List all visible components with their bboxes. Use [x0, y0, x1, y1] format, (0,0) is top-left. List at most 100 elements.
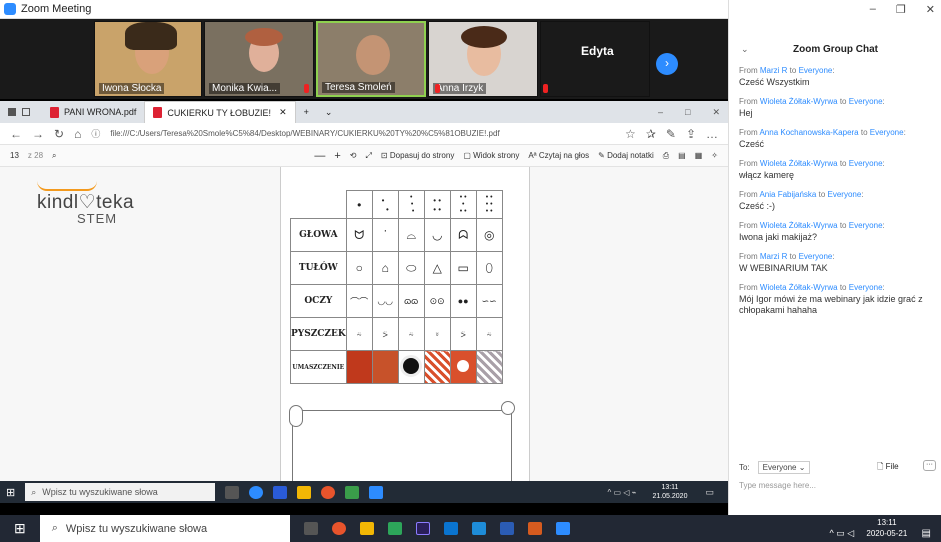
- save-icon[interactable]: ▤: [678, 151, 686, 160]
- chat-message-input[interactable]: Type message here...: [739, 481, 816, 490]
- share-icon[interactable]: ⇪: [686, 127, 696, 141]
- dice-five: • • • • •: [449, 190, 477, 219]
- task-view-icon[interactable]: [225, 485, 240, 499]
- message-text: Cześć Wszystkim: [739, 77, 810, 87]
- start-icon[interactable]: ⊞: [6, 486, 15, 499]
- message-sender: From Wioleta Żółtak-Wyrwa to Everyone:: [739, 97, 885, 106]
- more-icon[interactable]: …: [706, 127, 718, 141]
- outlook-icon[interactable]: [527, 522, 542, 535]
- page-view-button[interactable]: ▢ Widok strony: [463, 151, 519, 160]
- back-icon[interactable]: ←: [10, 127, 22, 141]
- home-icon[interactable]: ⌂: [74, 127, 81, 141]
- shared-screen-taskbar: ⊞ ⌕ Wpisz tu wyszukiwane słowa ^ ▭ ◁ ⌁ 1…: [0, 481, 728, 503]
- app-icon[interactable]: [273, 485, 288, 499]
- taskbar-search[interactable]: ⌕ Wpisz tu wyszukiwane słowa: [25, 483, 216, 501]
- minimize-icon[interactable]: –: [870, 3, 876, 16]
- word-icon[interactable]: [499, 522, 514, 535]
- app-icon[interactable]: [387, 522, 402, 535]
- message-text: Hej: [739, 108, 753, 118]
- file-button[interactable]: 🗋 File: [877, 461, 899, 475]
- restore-icon[interactable]: ❐: [896, 3, 906, 16]
- app-icon[interactable]: [345, 485, 360, 499]
- video-tile-no-video[interactable]: Edyta: [540, 21, 650, 97]
- pin-icon[interactable]: ✧: [711, 151, 718, 160]
- favorites-icon[interactable]: ✰: [646, 127, 656, 141]
- address-bar: ← → ↻ ⌂ ⓘ file:///C:/Users/Teresa%20Smol…: [0, 123, 728, 145]
- participant-name: Teresa Smoleń: [322, 82, 395, 93]
- search-icon[interactable]: ⌕: [52, 151, 56, 161]
- maximize-icon[interactable]: □: [685, 107, 690, 117]
- tab-actions-icon[interactable]: [22, 108, 30, 116]
- task-view-icon[interactable]: [303, 522, 318, 535]
- more-options-icon[interactable]: ···: [923, 460, 936, 471]
- video-tile-active[interactable]: Teresa Smoleń: [316, 21, 426, 97]
- refresh-icon[interactable]: ↻: [54, 127, 64, 141]
- fullscreen-icon[interactable]: ⤢: [366, 151, 372, 161]
- chrome-icon[interactable]: [321, 485, 336, 499]
- participant-name: Anna Irzyk: [433, 83, 487, 94]
- window-controls: – □ ✕: [650, 101, 728, 123]
- notification-icon[interactable]: ▤: [922, 528, 931, 539]
- muted-mic-icon: [435, 84, 440, 93]
- taskbar: ⊞ ⌕ Wpisz tu wyszukiwane słowa ^ ▭ ◁ 13:…: [0, 515, 941, 542]
- participant-name: Monika Kwia...: [209, 83, 281, 94]
- rotate-icon[interactable]: ⟲: [350, 151, 357, 160]
- video-tile[interactable]: Iwona Słocka: [94, 21, 202, 97]
- recipient-dropdown[interactable]: Everyone ⌄: [757, 461, 811, 474]
- message-sender: From Wioleta Żółtak-Wyrwa to Everyone:: [739, 221, 885, 230]
- zoom-out-icon[interactable]: —: [314, 150, 325, 162]
- message-sender: From Wioleta Żółtak-Wyrwa to Everyone:: [739, 283, 885, 292]
- tab-cukierku[interactable]: CUKIERKU TY ŁOBUZIE! ✕: [144, 101, 296, 123]
- tray-icons[interactable]: ^ ▭ ◁ ⌁: [607, 488, 636, 497]
- page-total: z 28: [27, 151, 44, 160]
- row-label: UMASZCZENIE: [290, 350, 347, 384]
- mail-icon[interactable]: [443, 522, 458, 535]
- tab-list-chevron-icon[interactable]: ⌄: [317, 101, 341, 123]
- search-icon: ⌕: [31, 486, 37, 497]
- zoom-icon[interactable]: [369, 485, 384, 499]
- store-icon[interactable]: [359, 522, 374, 535]
- tab-pani-wrona[interactable]: PANI WRONA.pdf: [42, 101, 144, 123]
- video-tile[interactable]: Anna Irzyk: [428, 21, 538, 97]
- kindloteka-logo: kindl♡teka STEM: [37, 189, 134, 226]
- chat-message: From Wioleta Żółtak-Wyrwa to Everyone: Iw…: [739, 221, 935, 243]
- app-icon[interactable]: [471, 522, 486, 535]
- next-participants-button[interactable]: ›: [656, 53, 678, 75]
- save-as-icon[interactable]: ▦: [695, 151, 703, 160]
- read-aloud-button[interactable]: Aª Czytaj na głos: [528, 151, 589, 160]
- tray-icons[interactable]: ^ ▭ ◁: [830, 528, 855, 538]
- close-icon[interactable]: ✕: [712, 107, 720, 118]
- zoom-in-icon[interactable]: +: [334, 150, 340, 162]
- video-tile[interactable]: Monika Kwia...: [204, 21, 314, 97]
- close-tab-icon[interactable]: ✕: [279, 107, 287, 118]
- pen-icon[interactable]: ✎: [666, 127, 676, 141]
- monster-dice-table: • • • • • • • • • • • • • • • • • • • • • GŁO…: [290, 190, 503, 384]
- search-icon: ⌕: [51, 522, 58, 534]
- minimize-icon[interactable]: –: [658, 107, 663, 117]
- tray-area[interactable]: ^ ▭ ◁ 13:11 2020-05-21 ▤: [830, 517, 932, 539]
- row-label: TUŁÓW: [290, 251, 347, 285]
- zoom-icon[interactable]: [555, 522, 570, 535]
- print-icon[interactable]: ⎙: [663, 151, 669, 161]
- close-icon[interactable]: ✕: [926, 3, 935, 16]
- tab-bar-controls: [0, 101, 42, 123]
- chrome-icon[interactable]: [331, 522, 346, 535]
- url-field[interactable]: file:///C:/Users/Teresa%20Smole%C5%84/De…: [110, 129, 615, 138]
- new-tab-button[interactable]: +: [296, 101, 317, 123]
- photoshop-icon[interactable]: [415, 522, 430, 535]
- taskbar-search[interactable]: ⌕ Wpisz tu wyszukiwane słowa: [39, 515, 290, 542]
- store-icon[interactable]: [297, 485, 312, 499]
- page-number[interactable]: 13: [10, 151, 19, 160]
- notification-icon[interactable]: ▭: [705, 487, 714, 498]
- favorite-star-icon[interactable]: ☆: [625, 127, 636, 141]
- pdf-document-area: kindl♡teka STEM • • • • • • • • • • • • • •…: [0, 167, 728, 481]
- forward-icon[interactable]: →: [32, 127, 44, 141]
- app-icon[interactable]: [249, 485, 264, 499]
- fit-page-button[interactable]: ⊡ Dopasuj do strony: [381, 151, 454, 160]
- tray-clock[interactable]: 13:11 2020-05-21: [866, 517, 907, 539]
- tray-clock[interactable]: 13:11 21.05.2020: [652, 483, 687, 501]
- add-note-button[interactable]: ✎ Dodaj notatki: [598, 151, 654, 160]
- chat-message: From Wioleta Żółtak-Wyrwa to Everyone: Mó…: [739, 283, 935, 316]
- participant-name: Iwona Słocka: [99, 83, 165, 94]
- start-icon[interactable]: ⊞: [14, 520, 26, 537]
